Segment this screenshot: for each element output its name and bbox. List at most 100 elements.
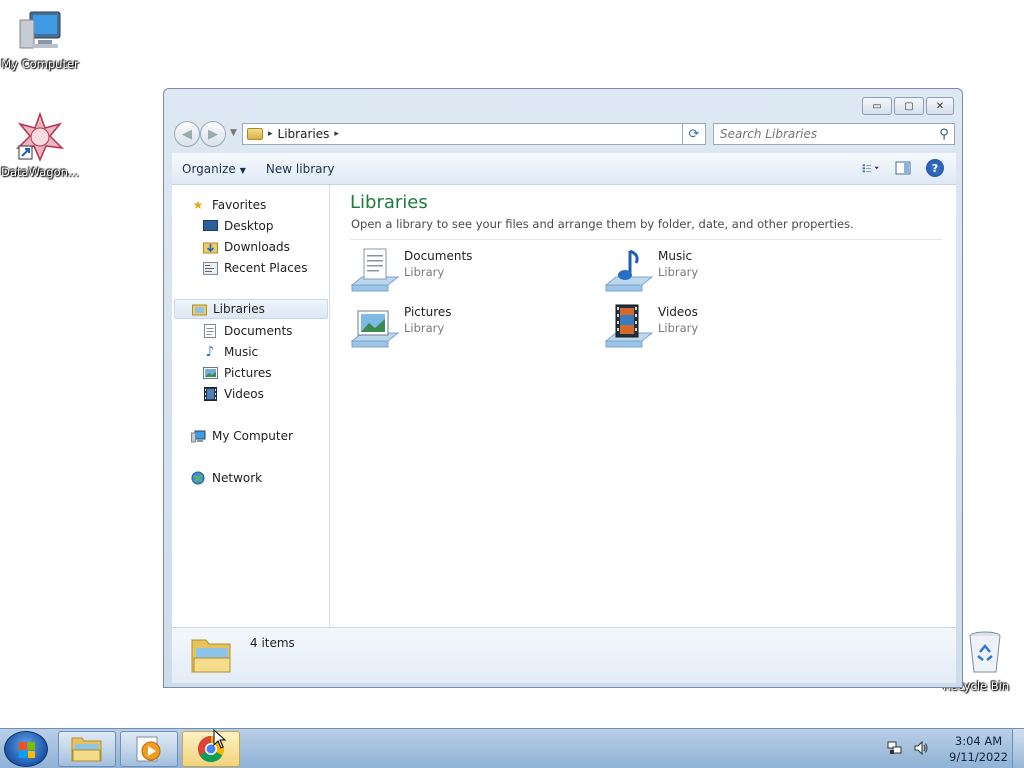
caption-buttons: ▭ ▢ ✕: [862, 97, 954, 115]
nav-libraries[interactable]: Libraries: [174, 299, 328, 319]
minimize-button[interactable]: ▭: [862, 97, 892, 115]
new-library-button[interactable]: New library: [256, 162, 345, 176]
forward-button[interactable]: ▶: [200, 121, 226, 147]
taskbar-button-explorer[interactable]: [58, 731, 116, 767]
nav-label: My Computer: [212, 429, 293, 443]
documents-icon: [202, 324, 218, 338]
desktop-icon-label: DataWagon...: [1, 165, 79, 179]
downloads-folder-icon: [202, 240, 218, 254]
desktop-icon: [202, 219, 218, 233]
library-item-documents[interactable]: Documents Library: [350, 247, 570, 299]
network-icon: [190, 471, 206, 485]
nav-label: Recent Places: [224, 261, 308, 275]
navigation-row: ◀ ▶ ▼ ▸ Libraries ▸ ▼ ⟳ ⚲: [172, 121, 955, 147]
desktop-icon-datawagon[interactable]: DataWagon...: [0, 111, 80, 179]
divider: [350, 239, 942, 240]
nav-label: Videos: [224, 387, 264, 401]
preview-pane-button[interactable]: [894, 159, 912, 177]
nav-network[interactable]: Network: [190, 468, 262, 488]
maximize-button[interactable]: ▢: [894, 97, 924, 115]
star-icon: ★: [192, 198, 204, 212]
breadcrumb-chevron-icon[interactable]: ▸: [334, 129, 339, 139]
desktop-icon-my-computer[interactable]: My Computer: [0, 8, 80, 71]
search-box[interactable]: ⚲: [713, 123, 955, 145]
pictures-library-icon: [350, 310, 400, 348]
nav-music[interactable]: ♪ Music: [202, 342, 259, 362]
library-name: Documents: [404, 249, 473, 263]
nav-label: Desktop: [224, 219, 274, 233]
nav-label: Downloads: [224, 240, 290, 254]
library-name: Pictures: [404, 305, 452, 319]
search-icon[interactable]: ⚲: [934, 127, 954, 142]
nav-label: Music: [224, 345, 259, 359]
breadcrumb-chevron-icon[interactable]: ▸: [268, 129, 273, 139]
refresh-icon: ⟳: [688, 126, 700, 142]
details-pane: 4 items: [172, 627, 956, 683]
nav-favorites[interactable]: ★ Favorites: [190, 195, 267, 215]
library-type: Library: [658, 321, 699, 335]
nav-downloads[interactable]: Downloads: [202, 237, 290, 257]
nav-pictures[interactable]: Pictures: [202, 363, 272, 383]
libraries-icon: [191, 302, 207, 316]
pictures-icon: [202, 366, 218, 380]
media-player-icon: [136, 736, 161, 762]
breadcrumb-libraries[interactable]: Libraries: [278, 127, 330, 141]
refresh-button[interactable]: ⟳: [682, 123, 706, 145]
nav-videos[interactable]: Videos: [202, 384, 264, 404]
nav-label: Documents: [224, 324, 293, 338]
library-name: Videos: [658, 305, 698, 319]
help-icon[interactable]: ?: [926, 159, 944, 177]
address-bar[interactable]: ▸ Libraries ▸ ▼: [242, 123, 706, 145]
windows-logo-icon: [19, 742, 35, 758]
back-arrow-icon: ◀: [182, 126, 192, 142]
change-view-button[interactable]: [862, 159, 880, 177]
taskbar-button-chrome[interactable]: [182, 731, 240, 767]
start-button[interactable]: [4, 731, 48, 767]
library-type: Library: [404, 265, 445, 279]
organize-button[interactable]: Organize ▼: [172, 162, 256, 176]
documents-library-icon: [350, 248, 400, 292]
library-item-videos[interactable]: Videos Library: [604, 303, 824, 355]
music-library-icon: [604, 249, 654, 292]
nav-my-computer[interactable]: My Computer: [190, 426, 293, 446]
window-body: ★ Favorites Desktop Downloads Recent Plac…: [172, 185, 956, 627]
nav-desktop[interactable]: Desktop: [202, 216, 274, 236]
network-tray-icon[interactable]: [887, 740, 903, 759]
item-count: 4 items: [250, 636, 295, 650]
clock-date: 9/11/2022: [949, 750, 1008, 764]
library-type: Library: [404, 321, 445, 335]
recent-pages-dropdown-icon[interactable]: ▼: [230, 128, 237, 138]
show-desktop-button[interactable]: [1012, 729, 1024, 768]
nav-label: Libraries: [213, 302, 265, 316]
back-button[interactable]: ◀: [174, 121, 200, 147]
search-input[interactable]: [714, 127, 934, 141]
volume-icon[interactable]: [913, 740, 929, 759]
library-item-music[interactable]: Music Library: [604, 247, 824, 299]
clock-time: 3:04 AM: [954, 734, 1003, 748]
desktop-icon-label: My Computer: [1, 57, 79, 71]
taskbar-button-media-player[interactable]: [120, 731, 178, 767]
library-name: Music: [658, 249, 693, 263]
taskbar: 3:04 AM 9/11/2022: [0, 728, 1024, 768]
nav-label: Network: [212, 471, 263, 485]
command-bar: Organize ▼ New library ?: [172, 153, 956, 185]
nav-label: Pictures: [224, 366, 272, 380]
content-pane: Libraries Open a library to see your fil…: [340, 185, 956, 627]
close-button[interactable]: ✕: [926, 97, 954, 115]
recycle-bin-icon: [969, 631, 1001, 673]
videos-library-icon: [604, 304, 654, 348]
computer-icon: [190, 429, 206, 443]
page-subtitle: Open a library to see your files and arr…: [351, 217, 854, 231]
preview-pane-icon: [895, 161, 911, 175]
organize-label: Organize: [182, 161, 236, 176]
clock[interactable]: 3:04 AM 9/11/2022: [949, 733, 1008, 765]
system-tray: 3:04 AM 9/11/2022: [887, 729, 1008, 768]
library-item-pictures[interactable]: Pictures Library: [350, 303, 570, 355]
nav-recent-places[interactable]: Recent Places: [202, 258, 307, 278]
forward-arrow-icon: ▶: [208, 126, 218, 142]
music-icon: ♪: [205, 344, 215, 360]
nav-documents[interactable]: Documents: [202, 321, 292, 341]
library-type: Library: [658, 265, 699, 279]
page-title: Libraries: [350, 192, 428, 213]
explorer-window[interactable]: ▭ ▢ ✕ ◀ ▶ ▼ ▸ Libraries ▸ ▼ ⟳ ⚲ Organize…: [163, 88, 963, 688]
